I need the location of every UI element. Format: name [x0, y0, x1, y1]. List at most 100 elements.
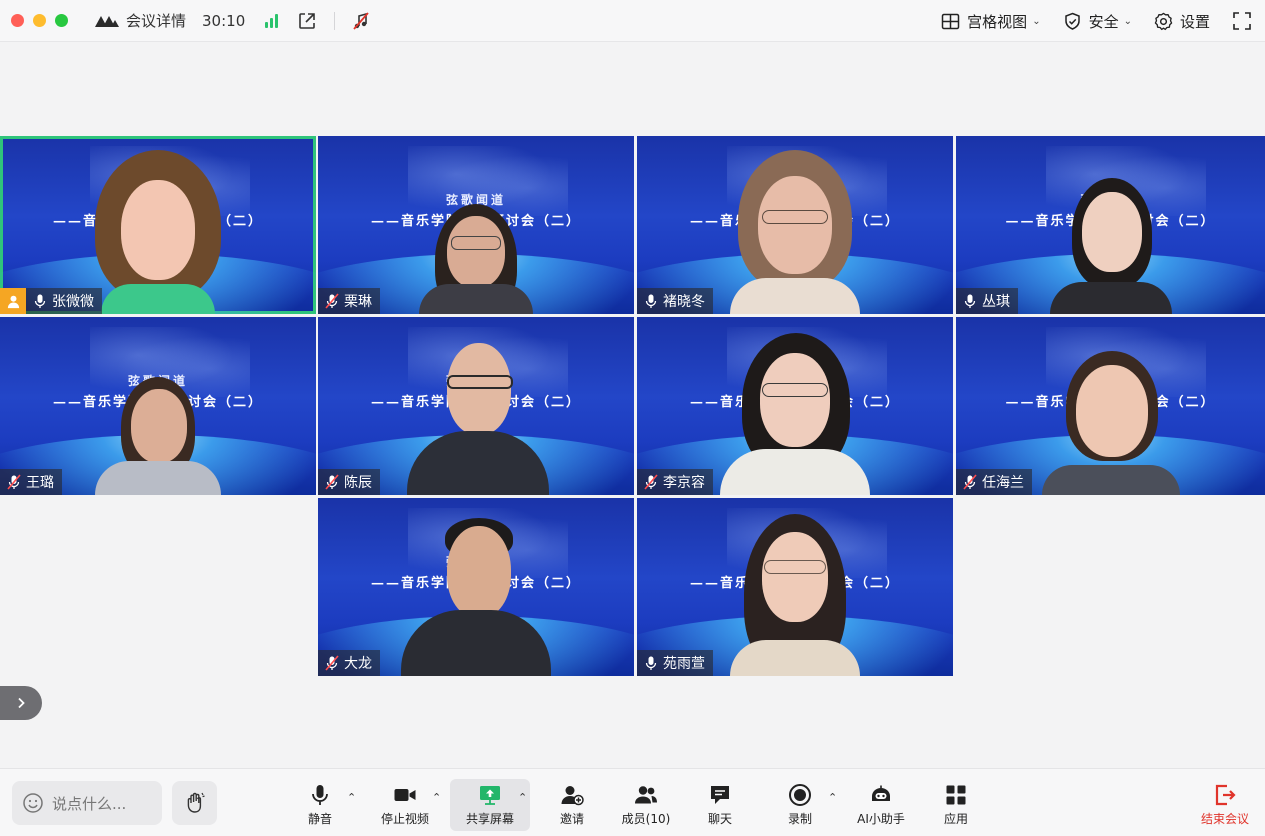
- security-menu[interactable]: 安全 ⌄: [1063, 11, 1132, 32]
- microphone-muted-icon: [325, 293, 339, 309]
- meeting-details-button[interactable]: 会议详情: [94, 10, 186, 31]
- raise-hand-icon: [187, 792, 205, 813]
- participant-name: 栗琳: [344, 294, 372, 310]
- record-button[interactable]: 录制: [780, 779, 820, 831]
- record-options-caret[interactable]: ⌃: [828, 791, 837, 804]
- participant-name: 李京容: [663, 475, 705, 491]
- microphone-icon: [34, 294, 46, 308]
- shield-icon: [1064, 12, 1080, 30]
- record-label: 录制: [787, 812, 812, 826]
- ai-assistant-button[interactable]: AI小助手: [852, 779, 910, 831]
- video-tile[interactable]: 弦歌闻道 ——音乐学院教学研讨会（二） 王璐: [0, 317, 316, 495]
- video-tile[interactable]: 弦歌闻道 ——音乐学院教学研讨会（二） 张微微: [0, 136, 316, 314]
- ai-robot-icon: [872, 785, 890, 801]
- participant-name: 陈辰: [344, 475, 372, 491]
- invite-label: 邀请: [559, 812, 584, 826]
- microphone-muted-icon: [325, 655, 339, 671]
- participant-name: 褚晓冬: [663, 294, 705, 310]
- participant-video: [83, 325, 233, 495]
- end-meeting-button[interactable]: 结束会议: [1196, 779, 1254, 831]
- ai-assistant-label: AI小助手: [857, 812, 905, 826]
- video-camera-icon: [394, 789, 416, 801]
- participant-video: [401, 325, 551, 495]
- participant-video: [720, 506, 870, 676]
- chat-label: 聊天: [707, 812, 732, 826]
- participant-video: [401, 506, 551, 676]
- quick-chat-input[interactable]: 说点什么...: [12, 781, 162, 825]
- share-screen-button[interactable]: 共享屏幕: [450, 779, 530, 831]
- participant-nametag: 任海兰: [956, 469, 1032, 495]
- participant-name: 张微微: [52, 294, 94, 310]
- close-window-button[interactable]: [11, 14, 24, 27]
- apps-grid-icon: [946, 785, 966, 805]
- mute-button[interactable]: 静音: [300, 779, 340, 831]
- fullscreen-icon[interactable]: [1232, 11, 1252, 31]
- microphone-icon: [645, 656, 657, 670]
- participant-name: 苑雨萱: [663, 656, 705, 672]
- chat-placeholder: 说点什么...: [52, 794, 127, 813]
- microphone-icon: [645, 294, 657, 308]
- video-tile[interactable]: 弦歌闻道 ——音乐学院教学研讨会（二） 陈辰: [318, 317, 634, 495]
- microphone-muted-icon: [644, 474, 658, 490]
- members-button[interactable]: 成员(10): [616, 779, 676, 831]
- grid-view-menu[interactable]: 宫格视图 ⌄: [941, 11, 1041, 32]
- users-icon: [635, 786, 657, 804]
- participant-video: [401, 144, 551, 314]
- microphone-muted-icon: [325, 474, 339, 490]
- raise-hand-button[interactable]: [172, 781, 217, 825]
- maximize-window-button[interactable]: [55, 14, 68, 27]
- participant-video: [1036, 144, 1186, 314]
- security-label: 安全: [1088, 12, 1119, 31]
- participant-nametag: 陈辰: [318, 469, 380, 495]
- chat-button[interactable]: 聊天: [700, 779, 740, 831]
- members-label: 成员(10): [621, 812, 671, 826]
- minimize-window-button[interactable]: [33, 14, 46, 27]
- video-tile[interactable]: 弦歌闻道 ——音乐学院教学研讨会（二） 褚晓冬: [637, 136, 953, 314]
- share-screen-label: 共享屏幕: [465, 812, 514, 826]
- add-user-icon: [561, 786, 584, 806]
- video-tile[interactable]: 弦歌闻道 ——音乐学院教学研讨会（二） 李京容: [637, 317, 953, 495]
- apps-button[interactable]: 应用: [936, 779, 976, 831]
- window-controls: [11, 14, 68, 27]
- exit-icon: [1215, 784, 1236, 806]
- chevron-down-icon: ⌄: [1123, 15, 1132, 27]
- settings-button[interactable]: 设置: [1154, 11, 1210, 32]
- microphone-icon: [964, 294, 976, 308]
- participant-name: 丛琪: [982, 294, 1010, 310]
- participant-nametag: 丛琪: [956, 288, 1018, 314]
- meeting-details-label: 会议详情: [126, 12, 187, 30]
- divider: [334, 11, 336, 30]
- audio-options-caret[interactable]: ⌃: [347, 791, 356, 804]
- microphone-muted-icon: [7, 474, 21, 490]
- record-icon: [789, 784, 811, 806]
- grid-view-icon: [941, 13, 960, 29]
- microphone-icon: [312, 785, 328, 805]
- music-mode-off-icon[interactable]: [351, 11, 371, 31]
- grid-view-label: 宫格视图: [967, 12, 1028, 31]
- settings-label: 设置: [1179, 12, 1210, 31]
- video-options-caret[interactable]: ⌃: [432, 791, 441, 804]
- participant-nametag: 栗琳: [318, 288, 380, 314]
- participant-nametag: 张微微: [26, 288, 102, 314]
- participant-nametag: 李京容: [637, 469, 713, 495]
- share-screen-icon: [480, 786, 500, 805]
- video-tile[interactable]: 弦歌闻道 ——音乐学院教学研讨会（二） 栗琳: [318, 136, 634, 314]
- stop-video-button[interactable]: 停止视频: [376, 779, 434, 831]
- invite-button[interactable]: 邀请: [552, 779, 592, 831]
- video-tile[interactable]: 弦歌闻道 ——音乐学院教学研讨会（二） 丛琪: [956, 136, 1265, 314]
- share-options-caret[interactable]: ⌃: [518, 791, 527, 804]
- title-bar: 会议详情 30:10 宫格视图 ⌄ 安全 ⌄ 设置: [0, 0, 1265, 42]
- participant-video: [1036, 325, 1186, 495]
- participant-video: [83, 144, 233, 314]
- external-link-icon[interactable]: [298, 12, 316, 30]
- video-tile[interactable]: 弦歌闻道 ——音乐学院教学研讨会（二） 大龙: [318, 498, 634, 676]
- expand-sidebar-button[interactable]: [0, 686, 42, 720]
- video-tile[interactable]: 弦歌闻道 ——音乐学院教学研讨会（二） 任海兰: [956, 317, 1265, 495]
- network-signal-icon[interactable]: [265, 13, 279, 28]
- host-icon: [0, 288, 26, 314]
- participant-nametag: 王璐: [0, 469, 62, 495]
- chevron-down-icon: ⌄: [1032, 15, 1041, 27]
- app-logo-icon: [95, 15, 119, 27]
- meeting-toolbar: 说点什么... 静音 ⌃ 停止视频 ⌃ 共享屏幕 ⌃ 邀请 成员(10) 聊天 …: [0, 768, 1265, 836]
- video-tile[interactable]: 弦歌闻道 ——音乐学院教学研讨会（二） 苑雨萱: [637, 498, 953, 676]
